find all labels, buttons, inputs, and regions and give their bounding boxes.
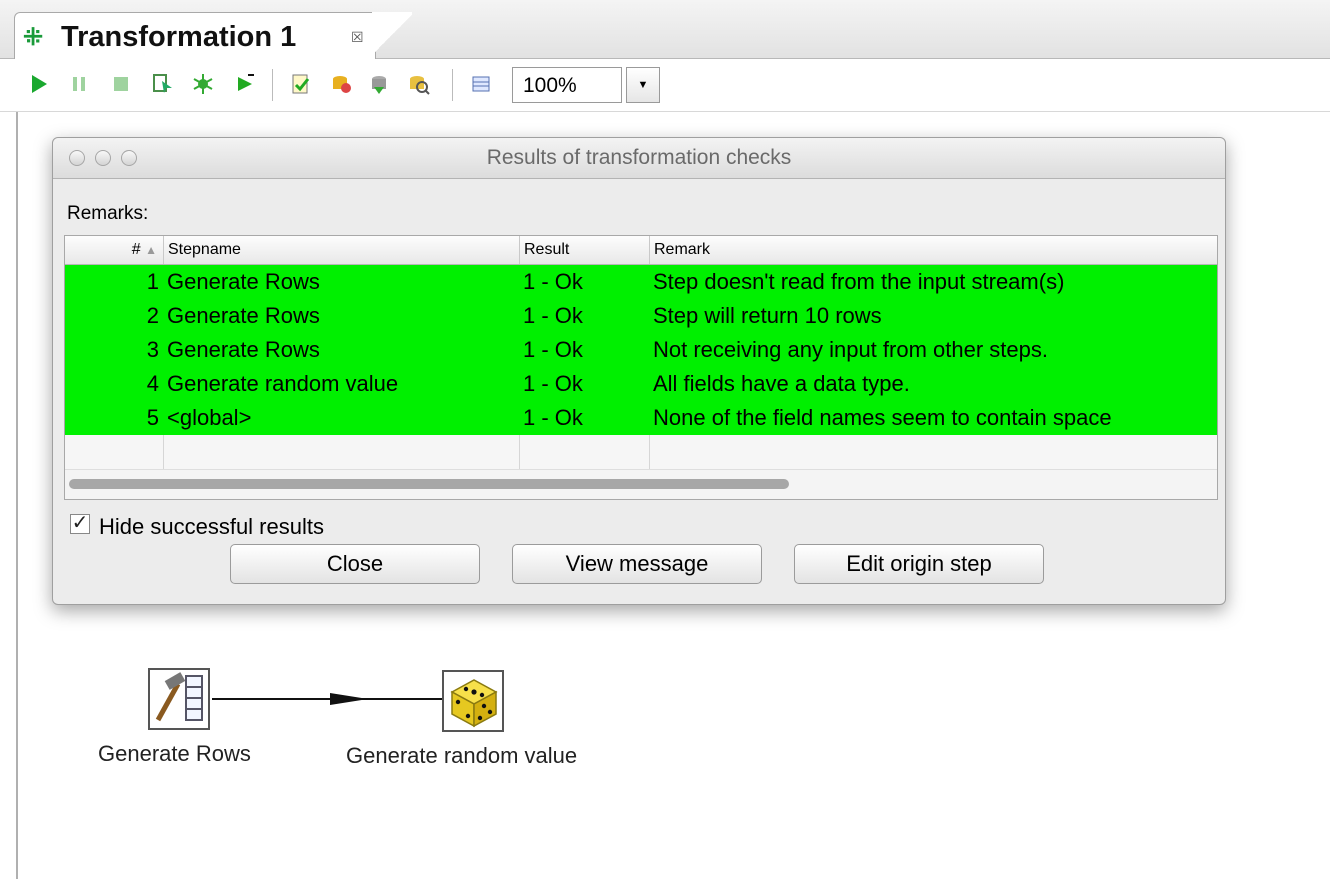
debug-icon[interactable] <box>190 71 216 97</box>
tab-tail <box>372 12 412 58</box>
row-result: 1 - Ok <box>523 371 583 396</box>
edit-origin-step-button[interactable]: Edit origin step <box>794 544 1044 584</box>
hop-arrow-icon <box>330 693 368 705</box>
canvas-border <box>16 112 18 879</box>
chevron-down-icon[interactable]: ▼ <box>626 67 660 103</box>
close-tab-icon[interactable]: ☒ <box>351 29 364 46</box>
row-num: 3 <box>146 337 159 362</box>
close-button[interactable]: Close <box>230 544 480 584</box>
table-row[interactable]: 3 Generate Rows 1 - Ok Not receiving any… <box>65 333 1217 367</box>
remarks-label: Remarks: <box>67 203 149 224</box>
row-remark: Not receiving any input from other steps… <box>653 337 1048 362</box>
row-num: 1 <box>146 269 159 294</box>
toolbar: 100% ▼ <box>0 59 1330 112</box>
table-row[interactable]: 4 Generate random value 1 - Ok All field… <box>65 367 1217 401</box>
verify-icon[interactable] <box>288 71 314 97</box>
empty-cell <box>519 435 650 469</box>
dialog-title: Results of transformation checks <box>486 146 792 169</box>
tab-title: Transformation 1 <box>61 21 297 53</box>
row-num: 4 <box>146 371 159 396</box>
row-num: 5 <box>146 405 159 430</box>
table-row[interactable]: 5 <global> 1 - Ok None of the field name… <box>65 401 1217 435</box>
remarks-table[interactable]: # ▲ Stepname Result Remark 1 Generate Ro… <box>64 235 1218 500</box>
tab-transformation[interactable]: ⁜ Transformation 1 ☒ <box>14 12 376 59</box>
row-result: 1 - Ok <box>523 337 583 362</box>
row-result: 1 - Ok <box>523 405 583 430</box>
column-header-result[interactable]: Result <box>519 236 649 264</box>
view-message-button[interactable]: View message <box>512 544 762 584</box>
impact-icon[interactable] <box>328 71 354 97</box>
zoom-input[interactable]: 100% <box>512 67 622 103</box>
transformation-checks-dialog: Results of transformation checks Remarks… <box>52 137 1226 605</box>
replay-icon[interactable] <box>232 71 258 97</box>
row-result: 1 - Ok <box>523 303 583 328</box>
table-row[interactable]: 2 Generate Rows 1 - Ok Step will return … <box>65 299 1217 333</box>
row-stepname: Generate Rows <box>167 269 320 294</box>
column-header-remark[interactable]: Remark <box>649 236 1217 264</box>
generate-rows-icon[interactable] <box>148 668 210 730</box>
hide-successful-checkbox[interactable]: ✓ <box>70 513 90 534</box>
show-results-icon[interactable] <box>468 71 494 97</box>
table-header: # ▲ Stepname Result Remark <box>65 236 1217 265</box>
row-stepname: Generate Rows <box>167 303 320 328</box>
toolbar-separator <box>452 69 453 101</box>
table-row-empty[interactable] <box>65 435 1217 470</box>
sort-ascending-icon: ▲ <box>145 243 157 257</box>
hide-successful-label[interactable]: Hide successful results <box>99 514 324 540</box>
row-remark: Step doesn't read from the input stream(… <box>653 269 1065 294</box>
row-result: 1 - Ok <box>523 269 583 294</box>
hop-line[interactable] <box>212 698 444 700</box>
row-remark: All fields have a data type. <box>653 371 910 396</box>
scrollbar-thumb[interactable] <box>69 479 789 489</box>
row-remark: None of the field names seem to contain … <box>653 405 1112 430</box>
row-stepname: Generate random value <box>167 371 399 396</box>
dialog-titlebar: Results of transformation checks <box>53 138 1225 179</box>
row-stepname: <global> <box>167 405 252 430</box>
step-label-generate-rows: Generate Rows <box>98 741 251 766</box>
stop-icon[interactable] <box>108 71 134 97</box>
step-label-generate-random-value: Generate random value <box>346 743 578 768</box>
preview-icon[interactable] <box>150 71 176 97</box>
row-remark: Step will return 10 rows <box>653 303 882 328</box>
pause-icon[interactable] <box>66 71 92 97</box>
sql-icon[interactable] <box>366 71 392 97</box>
explore-db-icon[interactable] <box>406 71 432 97</box>
run-icon[interactable] <box>26 71 52 97</box>
row-num: 2 <box>146 303 159 328</box>
row-stepname: Generate Rows <box>167 337 320 362</box>
toolbar-separator <box>272 69 273 101</box>
column-header-stepname[interactable]: Stepname <box>163 236 519 264</box>
tab-strip: ⁜ Transformation 1 ☒ <box>0 0 1330 59</box>
table-row[interactable]: 1 Generate Rows 1 - Ok Step doesn't read… <box>65 265 1217 299</box>
dice-icon[interactable] <box>442 670 504 732</box>
empty-cell <box>649 435 1217 469</box>
horizontal-scrollbar[interactable] <box>69 477 1209 491</box>
empty-cell <box>163 435 520 469</box>
transformation-icon: ⁜ <box>23 24 44 51</box>
column-header-num[interactable]: # ▲ <box>65 236 163 264</box>
